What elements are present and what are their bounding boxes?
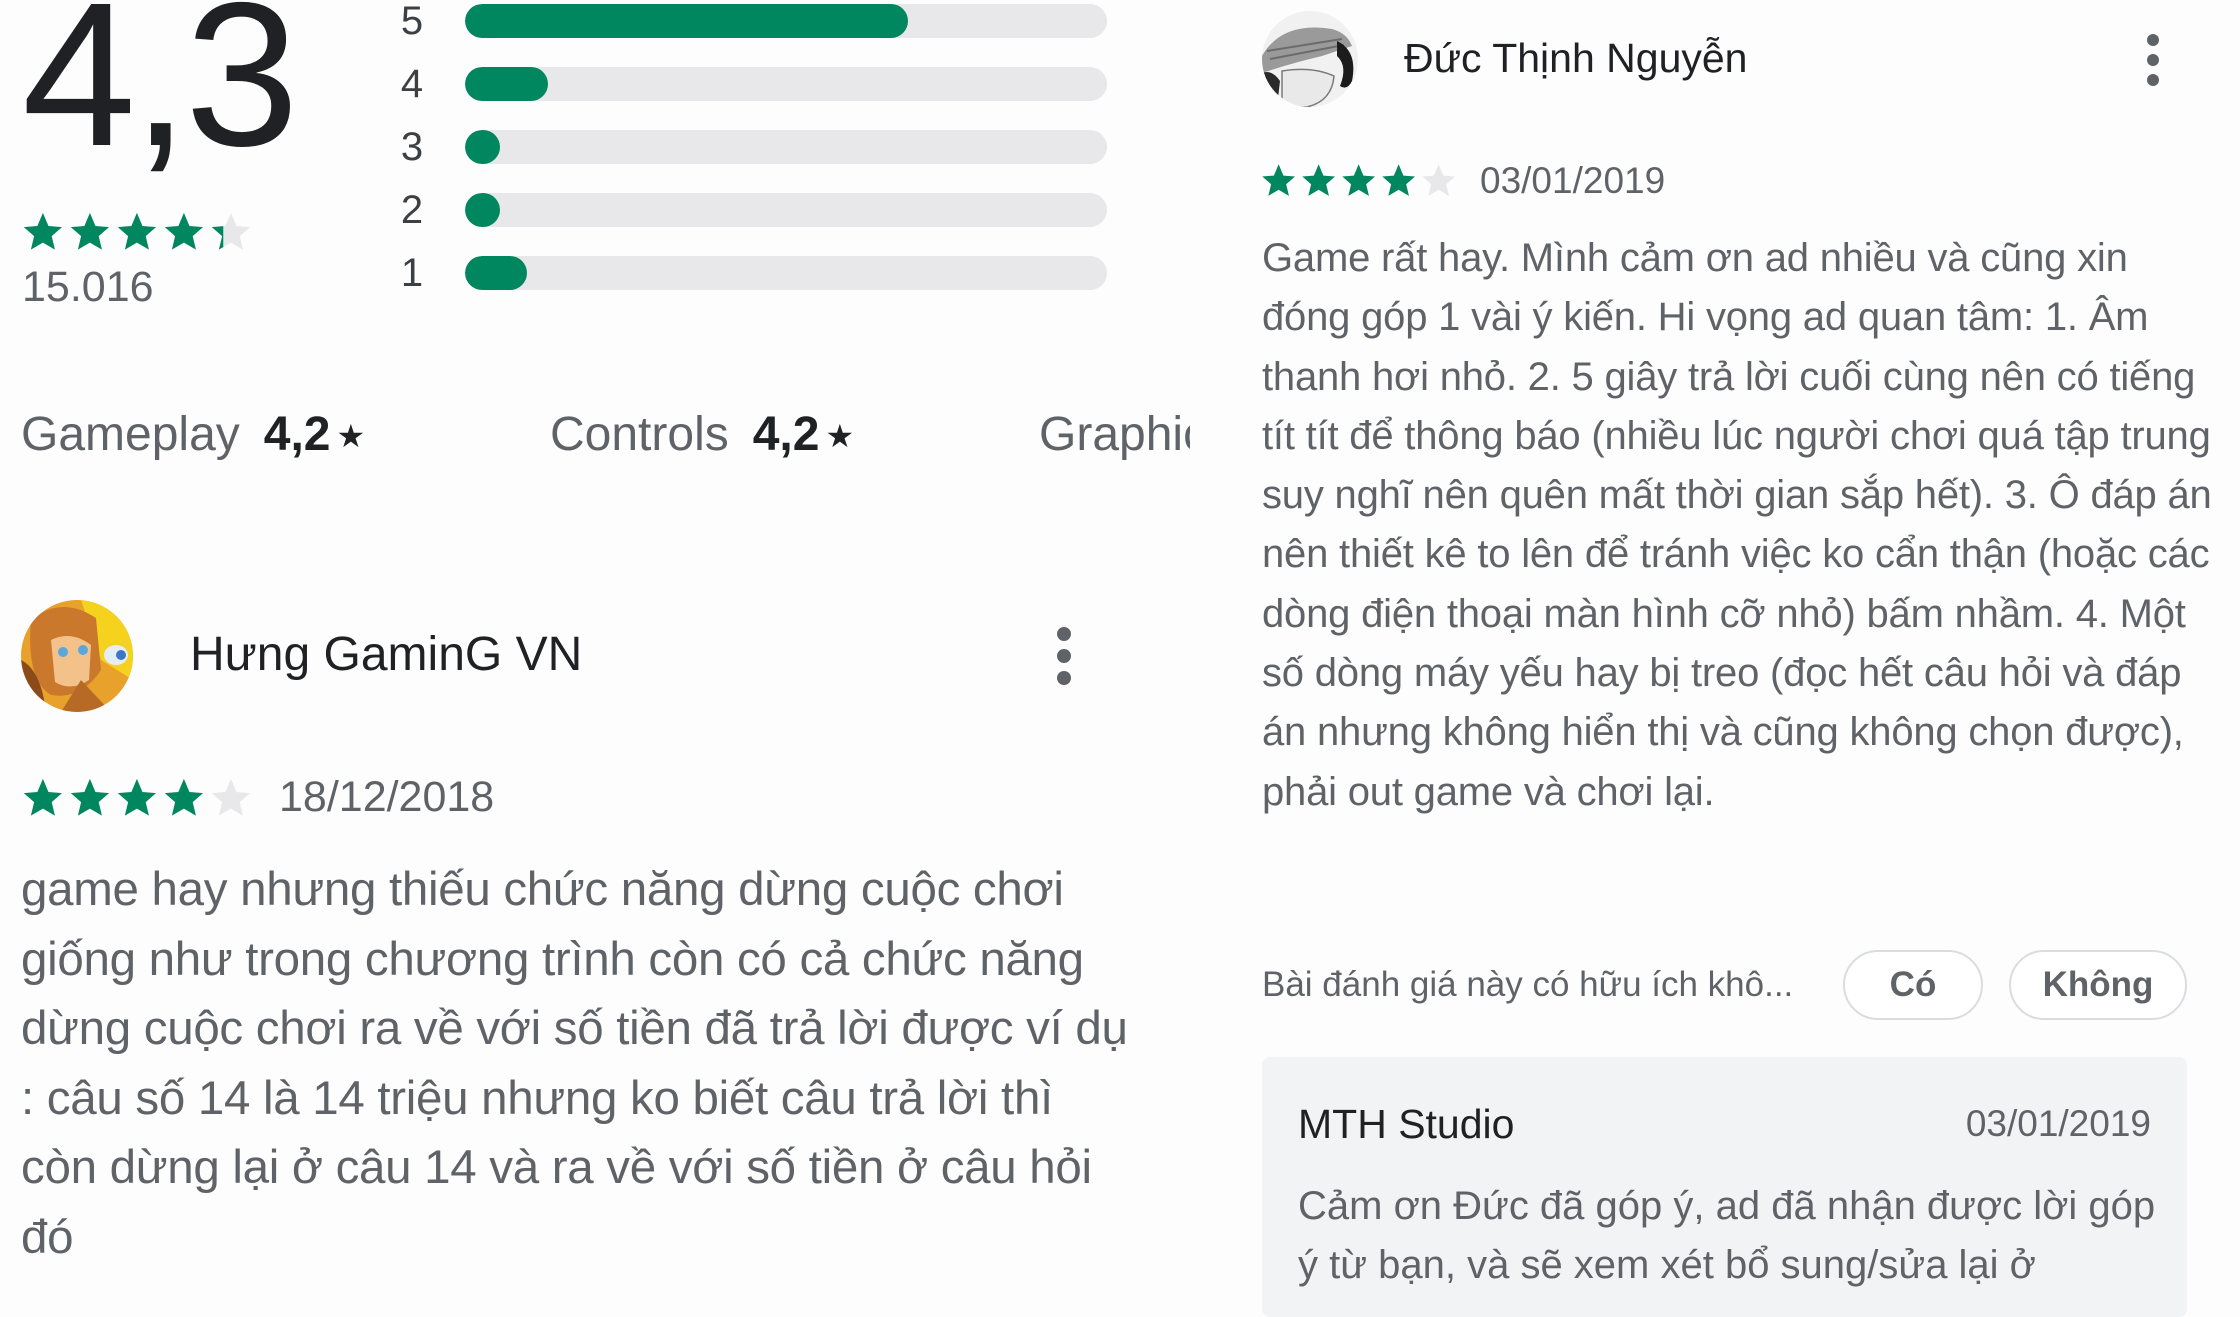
star-icon <box>67 209 114 251</box>
average-rating: 4,3 <box>22 0 299 189</box>
more-options-icon[interactable] <box>2145 34 2161 86</box>
histogram-row-1: 1 <box>400 253 1120 293</box>
star-icon <box>1419 161 1459 197</box>
review-star-rating <box>1259 161 1459 197</box>
star-icon <box>67 775 114 817</box>
histogram-bar-track <box>465 130 1107 164</box>
review-text: Game rất hay. Mình cảm ơn ad nhiều và cũ… <box>1262 236 2212 814</box>
developer-name: MTH Studio <box>1298 1101 1515 1147</box>
helpful-prompt: Bài đánh giá này có hữu ích khô... Có Kh… <box>1262 950 2192 1020</box>
histogram-label: 4 <box>400 62 424 106</box>
star-icon <box>1259 161 1299 197</box>
reviewer-name: Hưng GaminG VN <box>190 628 583 681</box>
developer-reply-text: Cảm ơn Đức đã góp ý, ad đã nhận được lời… <box>1298 1184 2156 1287</box>
star-icon <box>1339 161 1379 197</box>
category-ratings[interactable]: Gameplay4,2★ Controls4,2★ Graphics <box>0 400 1190 470</box>
helpful-no-button[interactable]: Không <box>2009 950 2187 1020</box>
star-icon <box>161 775 208 817</box>
histogram-bar-track <box>465 67 1107 101</box>
review-star-rating <box>20 775 255 817</box>
histogram-bar-fill <box>465 256 528 290</box>
more-options-icon[interactable] <box>1054 627 1074 685</box>
category-controls: Controls 4,2 ★ <box>550 400 854 470</box>
star-icon <box>208 775 255 817</box>
category-label: Gameplay <box>21 408 240 461</box>
helpful-question: Bài đánh giá này có hữu ích khô... <box>1262 965 1794 1004</box>
histogram-bar-fill <box>465 193 500 227</box>
histogram-bar-track <box>465 193 1107 227</box>
rating-count: 15.016 <box>22 263 154 311</box>
histogram-bar-fill <box>465 4 908 38</box>
histogram-row-5: 5 <box>400 1 1120 41</box>
category-value: 4,2 <box>263 408 331 461</box>
average-star-rating <box>20 209 255 251</box>
star-icon <box>1299 161 1339 197</box>
histogram-row-3: 3 <box>400 127 1120 167</box>
reviewer-name: Đức Thịnh Nguyễn <box>1404 35 1748 81</box>
histogram-row-2: 2 <box>400 190 1120 230</box>
category-label: Graphics <box>1039 408 1190 461</box>
category-value: 4,2 <box>752 408 820 461</box>
histogram-label: 3 <box>400 125 424 169</box>
star-icon <box>114 209 161 251</box>
histogram-bar-track <box>465 256 1107 290</box>
developer-reply: MTH Studio 03/01/2019 Cảm ơn Đức đã góp … <box>1262 1057 2187 1317</box>
histogram-label: 5 <box>400 0 424 43</box>
category-graphics: Graphics <box>1039 400 1190 470</box>
game-character-avatar-icon <box>21 600 133 712</box>
star-icon <box>114 775 161 817</box>
histogram-bar-fill <box>465 67 549 101</box>
developer-reply-date: 03/01/2019 <box>1965 1103 2151 1144</box>
review-date: 18/12/2018 <box>279 773 495 821</box>
star-icon <box>20 775 67 817</box>
star-icon <box>161 209 208 251</box>
review-date: 03/01/2019 <box>1480 160 1666 201</box>
star-icon <box>208 209 255 251</box>
star-icon: ★ <box>336 418 366 454</box>
histogram-bar-fill <box>465 130 501 164</box>
sketch-portrait-avatar-icon <box>1262 11 1358 107</box>
histogram-bar-track <box>465 4 1107 38</box>
category-gameplay: Gameplay 4,2 ★ <box>21 400 365 470</box>
category-label: Controls <box>550 408 729 461</box>
histogram-row-4: 4 <box>400 64 1120 104</box>
star-icon: ★ <box>825 418 855 454</box>
helpful-yes-button[interactable]: Có <box>1843 950 1983 1020</box>
star-icon <box>1379 161 1419 197</box>
histogram-label: 2 <box>400 188 424 232</box>
star-icon <box>20 209 67 251</box>
review-text: game hay nhưng thiếu chức năng dừng cuộc… <box>21 863 1128 1264</box>
histogram-label: 1 <box>400 251 424 295</box>
